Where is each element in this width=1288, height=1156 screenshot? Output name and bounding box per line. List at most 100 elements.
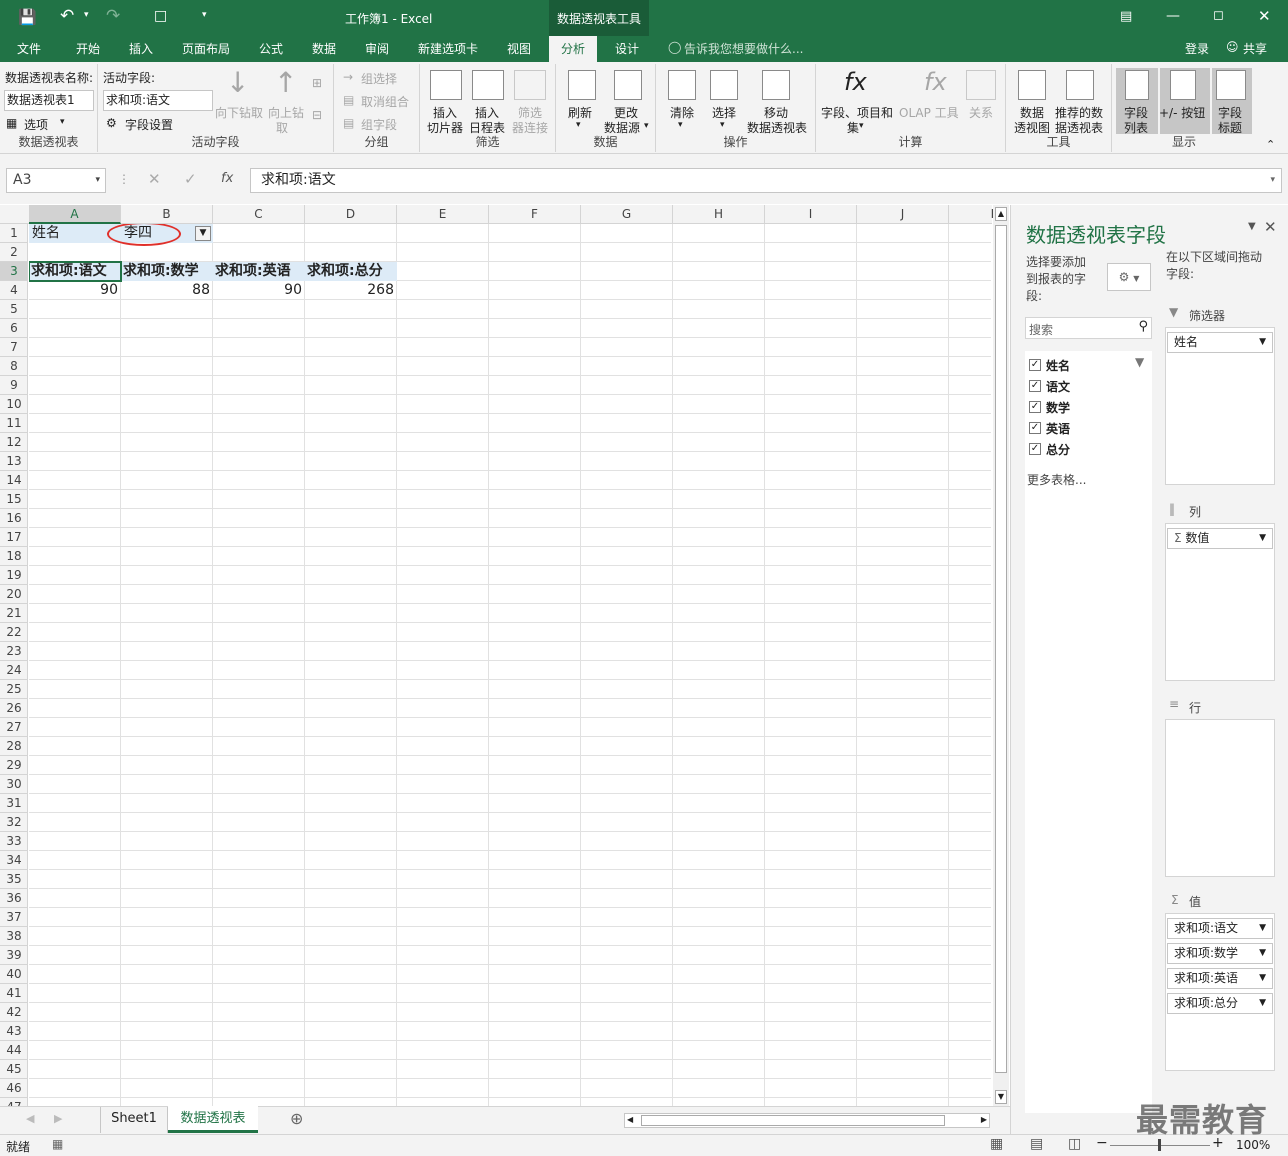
row-header-46[interactable]: 46 [0, 1079, 27, 1098]
row-header-35[interactable]: 35 [0, 870, 27, 889]
value-chip-math[interactable]: 求和项:数学 ▼ [1167, 943, 1273, 964]
values-area[interactable]: 求和项:语文 ▼ 求和项:数学 ▼ 求和项:英语 ▼ 求和项:总分 ▼ [1165, 913, 1275, 1071]
clear-button[interactable]: 清除 [670, 104, 694, 121]
cell-b4[interactable]: 88 [121, 281, 213, 300]
cell-d4[interactable]: 268 [305, 281, 397, 300]
field-checkbox-chinese[interactable]: ✓ [1029, 380, 1041, 392]
field-math[interactable]: 数学 [1046, 399, 1070, 416]
row-header-5[interactable]: 5 [0, 300, 27, 319]
column-header-f[interactable]: F [489, 205, 581, 224]
collapse-ribbon-icon[interactable]: ⌃ [1266, 138, 1275, 151]
tab-analyze[interactable]: 分析 [549, 36, 598, 62]
plus-minus-buttons[interactable]: +/- 按钮 [1159, 104, 1205, 121]
row-header-37[interactable]: 37 [0, 908, 27, 927]
clear-dropdown-icon[interactable]: ▾ [678, 120, 683, 130]
row-header-45[interactable]: 45 [0, 1060, 27, 1079]
row-header-33[interactable]: 33 [0, 832, 27, 851]
page-break-icon[interactable]: ◫ [1068, 1136, 1081, 1152]
row-header-27[interactable]: 27 [0, 718, 27, 737]
value-chip-english[interactable]: 求和项:英语 ▼ [1167, 968, 1273, 989]
row-header-13[interactable]: 13 [0, 452, 27, 471]
change-source-dropdown-icon[interactable]: ▾ [644, 121, 649, 131]
scroll-right-icon[interactable]: ▶ [981, 1115, 987, 1124]
row-header-21[interactable]: 21 [0, 604, 27, 623]
pivot-name-input[interactable]: 数据透视表1 [4, 90, 94, 111]
row-header-30[interactable]: 30 [0, 775, 27, 794]
row-header-10[interactable]: 10 [0, 395, 27, 414]
tab-file[interactable]: 文件 [17, 40, 41, 57]
row-header-20[interactable]: 20 [0, 585, 27, 604]
cell-b3[interactable]: 求和项:数学 [121, 262, 213, 281]
column-header-j[interactable]: J [857, 205, 949, 224]
field-checkbox-total[interactable]: ✓ [1029, 443, 1041, 455]
row-header-31[interactable]: 31 [0, 794, 27, 813]
chip-dropdown-icon[interactable]: ▼ [1259, 333, 1266, 352]
refresh-dropdown-icon[interactable]: ▾ [576, 120, 581, 130]
row-header-38[interactable]: 38 [0, 927, 27, 946]
cell-c3[interactable]: 求和项:英语 [213, 262, 305, 281]
field-total[interactable]: 总分 [1046, 441, 1070, 458]
normal-view-icon[interactable]: ▦ [990, 1136, 1003, 1152]
row-header-28[interactable]: 28 [0, 737, 27, 756]
search-icon[interactable]: ⚲ [1138, 319, 1148, 334]
row-header-19[interactable]: 19 [0, 566, 27, 585]
column-header-d[interactable]: D [305, 205, 397, 224]
name-box[interactable]: A3 ▾ [6, 168, 106, 193]
value-chip-chinese[interactable]: 求和项:语文 ▼ [1167, 918, 1273, 939]
row-header-6[interactable]: 6 [0, 319, 27, 338]
row-header-22[interactable]: 22 [0, 623, 27, 642]
column-chip-values[interactable]: Σ 数值 ▼ [1167, 528, 1273, 549]
refresh-button[interactable]: 刷新 [568, 104, 592, 121]
page-layout-icon[interactable]: ▤ [1030, 1136, 1043, 1152]
fields-items-dropdown-icon[interactable]: ▾ [859, 121, 864, 131]
options-button[interactable]: 选项 [24, 116, 48, 133]
active-field-input[interactable]: 求和项:语文 [103, 90, 213, 111]
scroll-down-icon[interactable]: ▼ [995, 1090, 1007, 1104]
row-header-44[interactable]: 44 [0, 1041, 27, 1060]
share-button[interactable]: 共享 [1243, 40, 1267, 57]
horizontal-scrollbar[interactable]: ◀ ▶ [624, 1113, 990, 1128]
row-header-40[interactable]: 40 [0, 965, 27, 984]
field-checkbox-name[interactable]: ✓ [1029, 359, 1041, 371]
row-header-29[interactable]: 29 [0, 756, 27, 775]
cell-c4[interactable]: 90 [213, 281, 305, 300]
pane-close-icon[interactable]: ✕ [1264, 218, 1277, 236]
column-header-b[interactable]: B [121, 205, 213, 224]
scroll-left-icon[interactable]: ◀ [627, 1115, 633, 1124]
maximize-icon[interactable]: ◻ [1213, 8, 1224, 23]
value-chip-total[interactable]: 求和项:总分 ▼ [1167, 993, 1273, 1014]
row-header-42[interactable]: 42 [0, 1003, 27, 1022]
select-dropdown-icon[interactable]: ▾ [720, 120, 725, 130]
name-box-dropdown-icon[interactable]: ▾ [95, 169, 100, 192]
column-header-a[interactable]: A [29, 205, 121, 224]
row-header-1[interactable]: 1 [0, 224, 27, 243]
row-header-12[interactable]: 12 [0, 433, 27, 452]
new-file-icon[interactable]: □ [154, 8, 167, 24]
options-dropdown-icon[interactable]: ▾ [60, 117, 65, 127]
row-header-32[interactable]: 32 [0, 813, 27, 832]
field-checkbox-english[interactable]: ✓ [1029, 422, 1041, 434]
chip-dropdown-icon[interactable]: ▼ [1259, 919, 1266, 938]
tab-data[interactable]: 数据 [312, 40, 336, 57]
column-header-e[interactable]: E [397, 205, 489, 224]
rows-area[interactable] [1165, 719, 1275, 877]
cell-a4[interactable]: 90 [29, 281, 121, 300]
expand-formula-icon[interactable]: ▾ [1270, 169, 1275, 192]
vertical-scrollbar[interactable]: ▲ ▼ [993, 205, 1009, 1106]
row-header-25[interactable]: 25 [0, 680, 27, 699]
tab-insert[interactable]: 插入 [129, 40, 153, 57]
field-name[interactable]: 姓名 [1046, 357, 1070, 374]
chip-dropdown-icon[interactable]: ▼ [1259, 994, 1266, 1013]
scroll-up-icon[interactable]: ▲ [995, 207, 1007, 221]
field-checkbox-math[interactable]: ✓ [1029, 401, 1041, 413]
more-tables-link[interactable]: 更多表格... [1027, 471, 1086, 488]
prev-sheet-icon[interactable]: ◀ [26, 1112, 34, 1125]
row-header-15[interactable]: 15 [0, 490, 27, 509]
field-english[interactable]: 英语 [1046, 420, 1070, 437]
row-header-14[interactable]: 14 [0, 471, 27, 490]
row-header-43[interactable]: 43 [0, 1022, 27, 1041]
save-icon[interactable]: 💾 [18, 8, 37, 26]
column-header-i[interactable]: I [765, 205, 857, 224]
minimize-icon[interactable]: — [1166, 8, 1180, 24]
horizontal-scroll-thumb[interactable] [641, 1115, 945, 1126]
